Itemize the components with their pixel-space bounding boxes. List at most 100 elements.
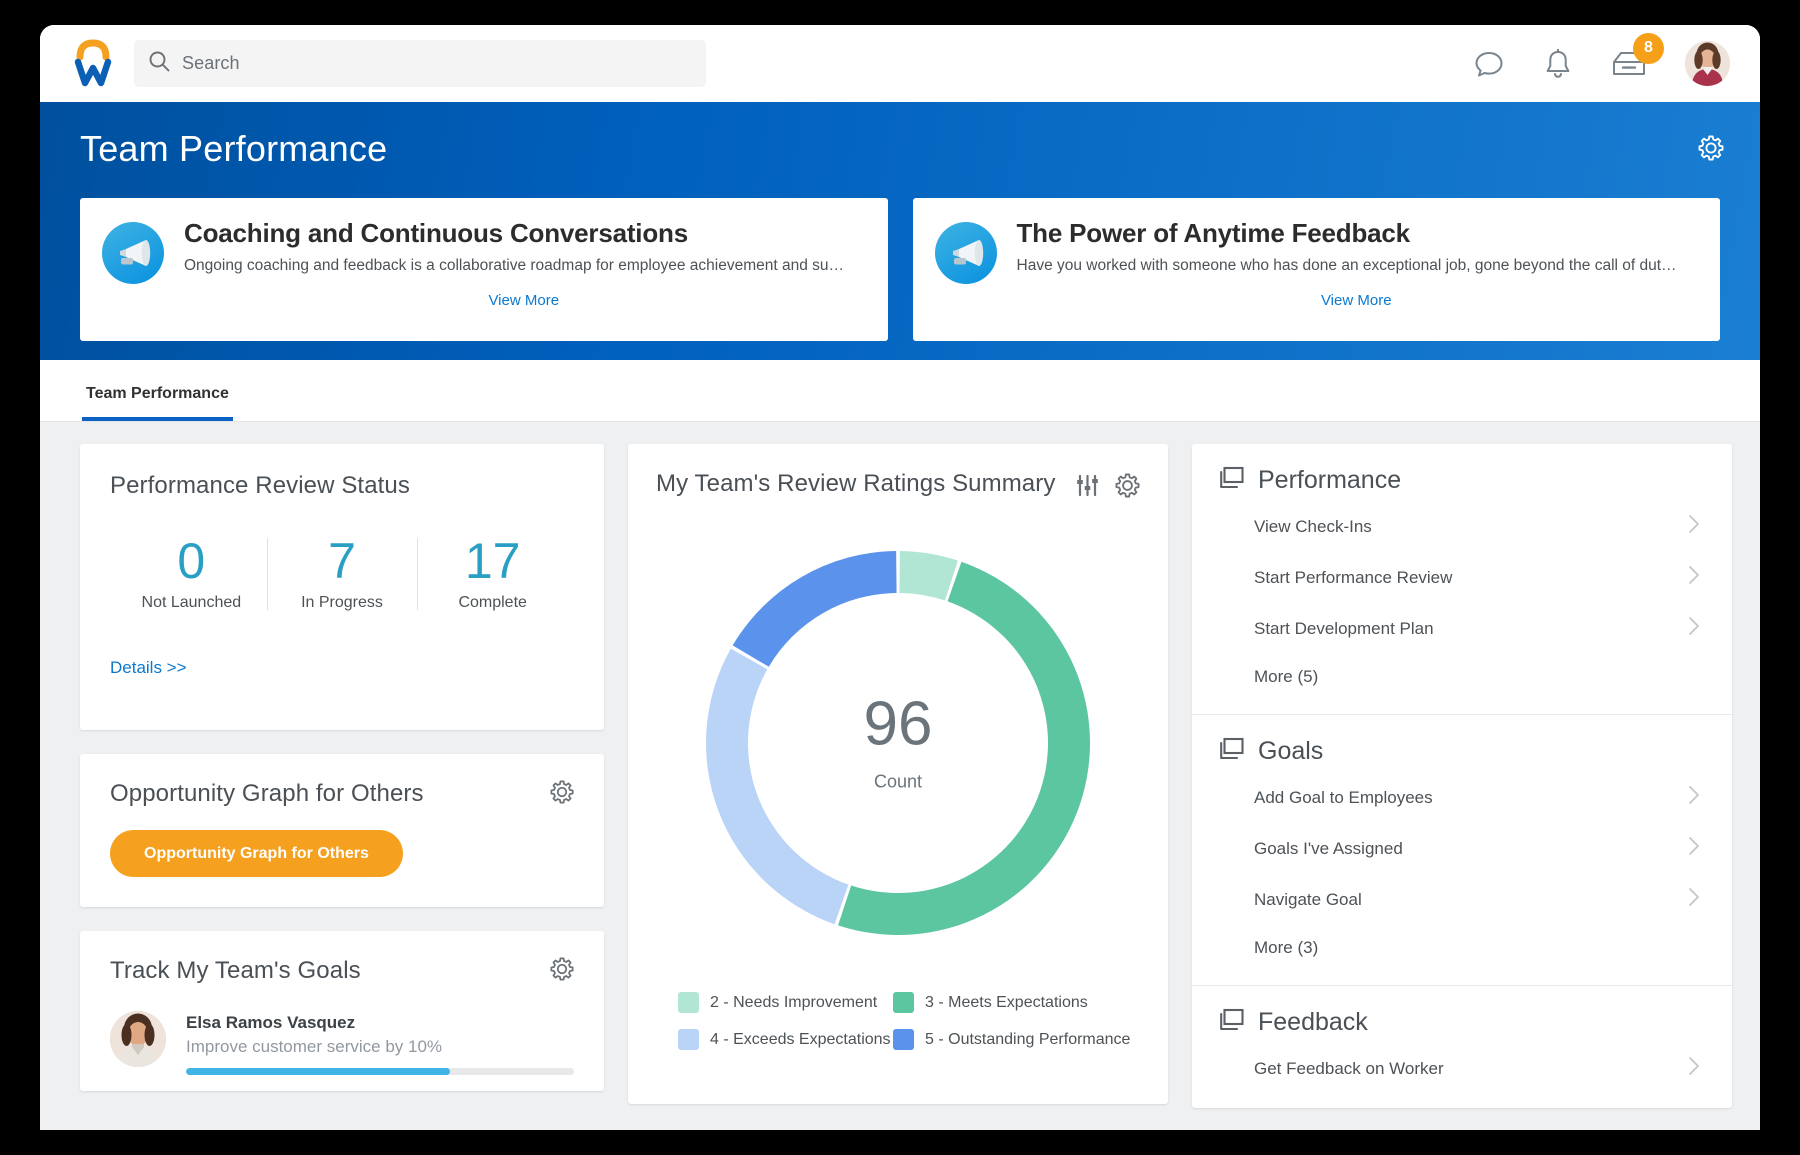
- track-team-goals-card: Track My Team's Goals: [80, 931, 604, 1091]
- action-label: Navigate Goal: [1254, 890, 1362, 910]
- action-goals-ive-assigned[interactable]: Goals I've Assigned: [1218, 823, 1706, 874]
- donut-segment[interactable]: [733, 551, 897, 667]
- tab-team-performance[interactable]: Team Performance: [82, 385, 233, 421]
- action-start-development-plan[interactable]: Start Development Plan: [1218, 603, 1706, 654]
- donut-total-caption: Count: [683, 772, 1113, 793]
- action-navigate-goal[interactable]: Navigate Goal: [1218, 874, 1706, 925]
- stat-label: Not Launched: [116, 594, 267, 612]
- gear-icon[interactable]: [550, 780, 574, 804]
- gear-icon[interactable]: [1115, 473, 1140, 498]
- hero-banner: Team Performance: [40, 102, 1760, 360]
- legend-swatch: [678, 1029, 699, 1050]
- legend-item[interactable]: 3 - Meets Expectations: [893, 992, 1140, 1013]
- announcement-card[interactable]: The Power of Anytime Feedback Have you w…: [913, 198, 1721, 341]
- stat-value: 7: [267, 534, 418, 588]
- quick-actions-card: Performance View Check-Ins Start Perform…: [1192, 444, 1732, 1108]
- card-title: Performance Review Status: [110, 472, 574, 500]
- avatar: [110, 1011, 166, 1067]
- legend-item[interactable]: 2 - Needs Improvement: [678, 992, 893, 1013]
- legend-label: 5 - Outstanding Performance: [925, 1031, 1130, 1049]
- chevron-right-icon: [1688, 887, 1700, 912]
- section-title: Goals: [1258, 737, 1323, 766]
- action-label: Add Goal to Employees: [1254, 788, 1433, 808]
- status-stat-group: 0 Not Launched 7 In Progress 17 Complete: [110, 534, 574, 612]
- stat-not-launched[interactable]: 0 Not Launched: [116, 534, 267, 612]
- action-view-check-ins[interactable]: View Check-Ins: [1218, 501, 1706, 552]
- search-input[interactable]: Search: [134, 40, 706, 87]
- chevron-right-icon: [1688, 1056, 1700, 1081]
- ratings-donut-chart: 96 Count: [683, 528, 1113, 958]
- bell-icon[interactable]: [1543, 48, 1573, 80]
- review-ratings-summary-card: My Team's Review Ratings Summary: [628, 444, 1168, 1104]
- details-link[interactable]: Details >>: [110, 658, 574, 678]
- stat-label: Complete: [417, 594, 568, 612]
- goal-progress-fill: [186, 1068, 450, 1075]
- goal-owner-name: Elsa Ramos Vasquez: [186, 1013, 574, 1033]
- stat-in-progress[interactable]: 7 In Progress: [267, 534, 418, 612]
- announcement-title: The Power of Anytime Feedback: [1017, 218, 1697, 249]
- chevron-right-icon: [1688, 785, 1700, 810]
- performance-review-status-card: Performance Review Status 0 Not Launched…: [80, 444, 604, 730]
- inbox-badge-count: 8: [1633, 33, 1664, 64]
- stacked-windows-icon: [1218, 466, 1244, 495]
- legend-item[interactable]: 4 - Exceeds Expectations: [678, 1029, 893, 1050]
- action-add-goal-to-employees[interactable]: Add Goal to Employees: [1218, 772, 1706, 823]
- gear-icon[interactable]: [1698, 135, 1724, 166]
- action-more-performance[interactable]: More (5): [1218, 654, 1706, 700]
- stat-complete[interactable]: 17 Complete: [417, 534, 568, 612]
- announcement-title: Coaching and Continuous Conversations: [184, 218, 864, 249]
- chevron-right-icon: [1688, 565, 1700, 590]
- legend-label: 2 - Needs Improvement: [710, 994, 877, 1012]
- section-goals: Goals Add Goal to Employees Goals I've A…: [1192, 715, 1732, 986]
- chart-legend: 2 - Needs Improvement 3 - Meets Expectat…: [656, 992, 1140, 1050]
- legend-swatch: [678, 992, 699, 1013]
- right-column: Performance View Check-Ins Start Perform…: [1192, 444, 1732, 1108]
- workday-logo-icon[interactable]: [70, 38, 116, 90]
- legend-label: 3 - Meets Expectations: [925, 994, 1088, 1012]
- action-start-performance-review[interactable]: Start Performance Review: [1218, 552, 1706, 603]
- action-label: Get Feedback on Worker: [1254, 1059, 1444, 1079]
- legend-item[interactable]: 5 - Outstanding Performance: [893, 1029, 1140, 1050]
- section-feedback: Feedback Get Feedback on Worker: [1192, 986, 1732, 1108]
- legend-label: 4 - Exceeds Expectations: [710, 1031, 891, 1049]
- goal-description: Improve customer service by 10%: [186, 1037, 574, 1057]
- opportunity-graph-button[interactable]: Opportunity Graph for Others: [110, 830, 403, 877]
- view-more-link[interactable]: View More: [184, 292, 864, 309]
- filter-sliders-icon[interactable]: [1075, 473, 1100, 498]
- list-item[interactable]: Elsa Ramos Vasquez Improve customer serv…: [110, 1011, 574, 1075]
- tab-bar: Team Performance: [40, 360, 1760, 422]
- topbar-actions: 8: [1473, 41, 1734, 86]
- stat-value: 17: [417, 534, 568, 588]
- page-title: Team Performance: [80, 128, 1720, 170]
- top-navigation-bar: Search 8: [40, 25, 1760, 102]
- view-more-link[interactable]: View More: [1017, 292, 1697, 309]
- megaphone-icon: [102, 222, 164, 284]
- avatar[interactable]: [1685, 41, 1730, 86]
- megaphone-icon: [935, 222, 997, 284]
- announcement-card[interactable]: Coaching and Continuous Conversations On…: [80, 198, 888, 341]
- stacked-windows-icon: [1218, 1008, 1244, 1037]
- section-title: Performance: [1258, 466, 1401, 495]
- chevron-right-icon: [1688, 514, 1700, 539]
- action-get-feedback-on-worker[interactable]: Get Feedback on Worker: [1218, 1043, 1706, 1094]
- section-title: Feedback: [1258, 1008, 1368, 1037]
- card-title: My Team's Review Ratings Summary: [656, 470, 1055, 498]
- dashboard-body: Performance Review Status 0 Not Launched…: [40, 422, 1760, 1130]
- action-label: More (5): [1254, 667, 1318, 687]
- legend-swatch: [893, 992, 914, 1013]
- announcement-description: Have you worked with someone who has don…: [1017, 256, 1697, 276]
- action-label: Start Performance Review: [1254, 568, 1452, 588]
- action-label: Start Development Plan: [1254, 619, 1434, 639]
- inbox-icon[interactable]: 8: [1611, 49, 1647, 79]
- donut-segment[interactable]: [899, 551, 958, 600]
- gear-icon[interactable]: [550, 957, 574, 981]
- legend-swatch: [893, 1029, 914, 1050]
- donut-center-label: 96 Count: [683, 694, 1113, 793]
- stat-label: In Progress: [267, 594, 418, 612]
- chevron-right-icon: [1688, 836, 1700, 861]
- card-title: Opportunity Graph for Others: [110, 780, 424, 808]
- section-performance: Performance View Check-Ins Start Perform…: [1192, 444, 1732, 715]
- goal-progress-bar: [186, 1068, 574, 1075]
- chat-icon[interactable]: [1473, 48, 1505, 80]
- action-more-goals[interactable]: More (3): [1218, 925, 1706, 971]
